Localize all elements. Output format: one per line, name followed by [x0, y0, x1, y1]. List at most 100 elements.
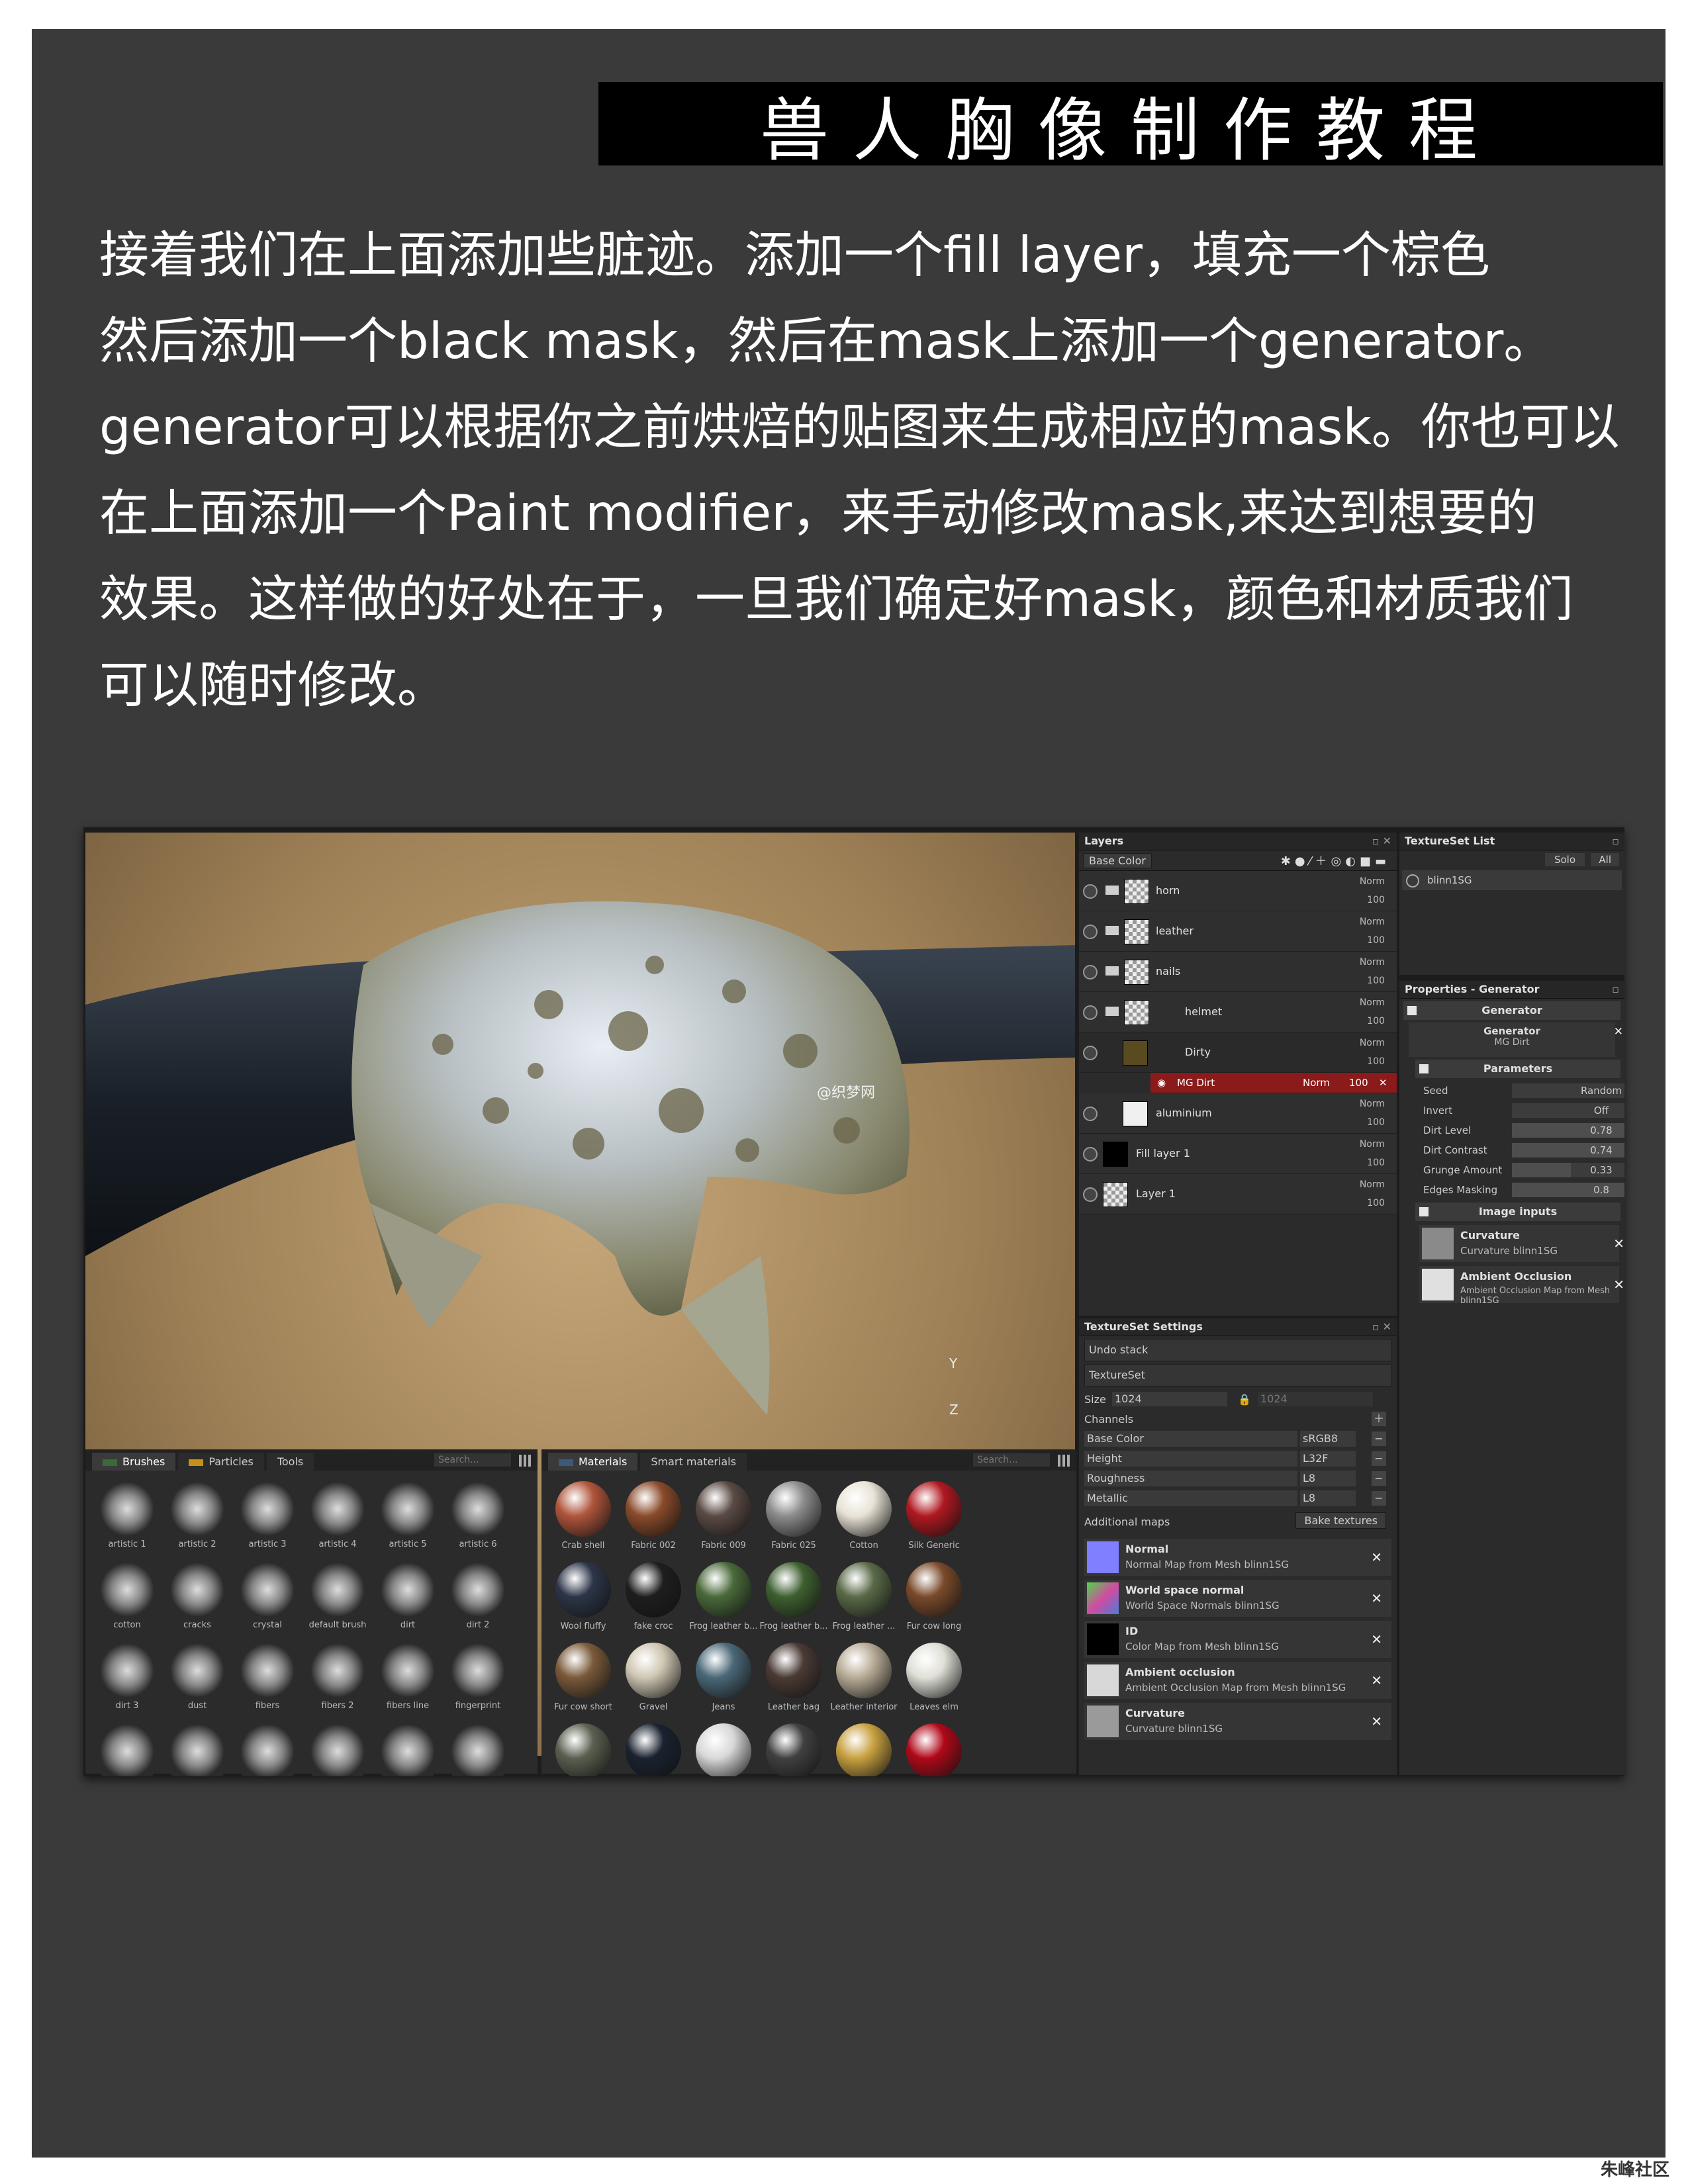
brush-preset[interactable]: dirt: [373, 1558, 443, 1639]
param-value-button[interactable]: Random: [1512, 1083, 1624, 1098]
close-icon[interactable]: ✕: [1371, 1713, 1382, 1729]
material-preset[interactable]: Fabric 009: [688, 1477, 759, 1558]
parameters-section[interactable]: Parameters: [1415, 1060, 1620, 1078]
layer-opacity[interactable]: 100: [1367, 976, 1385, 986]
param-slider[interactable]: 0.74: [1512, 1143, 1624, 1158]
map-slot-ambient-occlusion[interactable]: Ambient occlusion Ambient Occlusion Map f…: [1084, 1662, 1391, 1699]
brush-preset[interactable]: [443, 1719, 513, 1776]
material-preset[interactable]: [688, 1719, 759, 1776]
layer-row-helmet[interactable]: helmet Norm 100: [1079, 992, 1397, 1032]
blend-mode[interactable]: Norm: [1360, 1139, 1385, 1150]
visibility-icon[interactable]: [1083, 965, 1098, 979]
param-toggle[interactable]: Off: [1512, 1103, 1624, 1118]
generator-opacity[interactable]: 100: [1349, 1077, 1368, 1089]
material-preset[interactable]: Frog leather b...: [688, 1558, 759, 1639]
generator-section[interactable]: Generator: [1403, 1001, 1620, 1020]
material-preset[interactable]: [759, 1719, 829, 1776]
material-preset[interactable]: [548, 1719, 618, 1776]
tab-particles[interactable]: Particles: [178, 1453, 264, 1471]
blend-mode[interactable]: Norm: [1360, 917, 1385, 927]
size-dropdown[interactable]: 1024: [1112, 1392, 1227, 1406]
map-slot-normal[interactable]: Normal Normal Map from Mesh blinn1SG ✕: [1084, 1539, 1391, 1576]
grid-view-icon[interactable]: [519, 1455, 531, 1467]
material-preset[interactable]: Fabric 025: [759, 1477, 829, 1558]
material-preset[interactable]: Frog leather ...: [829, 1558, 899, 1639]
brush-preset[interactable]: cotton: [92, 1558, 162, 1639]
param-slider[interactable]: 0.78: [1512, 1123, 1624, 1138]
layer-opacity[interactable]: 100: [1367, 1016, 1385, 1026]
blend-mode[interactable]: Norm: [1360, 1038, 1385, 1048]
blend-mode[interactable]: Norm: [1360, 997, 1385, 1008]
map-slot-curvature[interactable]: Curvature Curvature blinn1SG ✕: [1084, 1703, 1391, 1740]
close-icon[interactable]: ✕: [1613, 1236, 1624, 1251]
close-icon[interactable]: ✕: [1379, 1077, 1387, 1089]
param-slider[interactable]: 0.33: [1512, 1163, 1624, 1177]
visibility-icon[interactable]: [1083, 1046, 1098, 1060]
brush-preset[interactable]: fingerprint: [443, 1639, 513, 1719]
material-preset[interactable]: Frog leather b...: [759, 1558, 829, 1639]
brush-preset[interactable]: artistic 4: [303, 1477, 373, 1558]
close-icon[interactable]: ✕: [1613, 1277, 1624, 1293]
search-input[interactable]: Search...: [973, 1453, 1050, 1467]
layer-row-dirty[interactable]: Dirty Norm 100: [1079, 1032, 1397, 1073]
channel-dropdown[interactable]: Base Color: [1083, 852, 1152, 868]
brush-preset[interactable]: artistic 5: [373, 1477, 443, 1558]
brush-preset[interactable]: fibers 2: [303, 1639, 373, 1719]
textureset-item[interactable]: blinn1SG: [1402, 870, 1622, 890]
layer-row-leather[interactable]: leather Norm 100: [1079, 911, 1397, 952]
textureset-button[interactable]: TextureSet: [1084, 1364, 1391, 1387]
brush-preset[interactable]: artistic 2: [162, 1477, 232, 1558]
channel-format-dropdown[interactable]: L8: [1300, 1471, 1356, 1486]
brush-preset[interactable]: [303, 1719, 373, 1776]
remove-channel-button[interactable]: −: [1372, 1432, 1386, 1446]
brush-preset[interactable]: cracks: [162, 1558, 232, 1639]
tab-smart-materials[interactable]: Smart materials: [640, 1453, 747, 1471]
remove-channel-button[interactable]: −: [1372, 1491, 1386, 1506]
material-preset[interactable]: Fabric 002: [618, 1477, 688, 1558]
blend-mode[interactable]: Norm: [1360, 876, 1385, 887]
panel-controls-icon[interactable]: ▫ ✕: [1372, 1318, 1391, 1336]
material-preset[interactable]: Crab shell: [548, 1477, 618, 1558]
layer-row-horn[interactable]: horn Norm 100: [1079, 871, 1397, 911]
visibility-icon[interactable]: [1083, 1187, 1098, 1202]
channel-format-dropdown[interactable]: sRGB8: [1300, 1431, 1356, 1447]
material-preset[interactable]: [899, 1719, 969, 1776]
material-preset[interactable]: Fur cow long: [899, 1558, 969, 1639]
section-checkbox[interactable]: [1407, 1006, 1417, 1015]
layer-opacity[interactable]: 100: [1367, 935, 1385, 946]
brush-preset[interactable]: artistic 6: [443, 1477, 513, 1558]
close-icon[interactable]: ✕: [1371, 1672, 1382, 1688]
lock-icon[interactable]: 🔒: [1238, 1393, 1251, 1406]
tab-tools[interactable]: Tools: [266, 1453, 314, 1471]
layer-opacity[interactable]: 100: [1367, 1158, 1385, 1168]
material-preset[interactable]: fake croc: [618, 1558, 688, 1639]
generator-row-mg-dirt[interactable]: ◉ MG Dirt Norm 100 ✕: [1150, 1073, 1397, 1093]
param-slider[interactable]: 0.8: [1512, 1183, 1624, 1197]
tab-materials[interactable]: Materials: [548, 1453, 638, 1471]
image-inputs-section[interactable]: Image inputs: [1415, 1203, 1620, 1221]
close-icon[interactable]: ✕: [1614, 1025, 1623, 1038]
search-input[interactable]: Search...: [434, 1453, 511, 1467]
close-icon[interactable]: ✕: [1371, 1590, 1382, 1606]
section-checkbox[interactable]: [1419, 1207, 1429, 1216]
layer-opacity[interactable]: 100: [1367, 895, 1385, 905]
brush-preset[interactable]: [162, 1719, 232, 1776]
panel-controls-icon[interactable]: ▫: [1612, 833, 1619, 850]
visibility-icon[interactable]: [1083, 884, 1098, 899]
blend-mode[interactable]: Norm: [1303, 1077, 1330, 1089]
undo-stack-button[interactable]: Undo stack: [1084, 1339, 1391, 1361]
add-channel-button[interactable]: ＋: [1372, 1412, 1386, 1426]
material-preset[interactable]: [618, 1719, 688, 1776]
layer-row-fill-layer-1[interactable]: Fill layer 1 Norm 100: [1079, 1134, 1397, 1174]
layer-row-layer-1[interactable]: Layer 1 Norm 100: [1079, 1174, 1397, 1214]
material-preset[interactable]: Leather interior: [829, 1639, 899, 1719]
bake-textures-button[interactable]: Bake textures: [1295, 1512, 1386, 1529]
brush-preset[interactable]: fibers line: [373, 1639, 443, 1719]
section-checkbox[interactable]: [1419, 1064, 1429, 1073]
blend-mode[interactable]: Norm: [1360, 957, 1385, 968]
map-slot-world-space-normal[interactable]: World space normal World Space Normals bl…: [1084, 1580, 1391, 1617]
layer-row-nails[interactable]: nails Norm 100: [1079, 952, 1397, 992]
material-preset[interactable]: [829, 1719, 899, 1776]
brush-preset[interactable]: dirt 2: [443, 1558, 513, 1639]
input-slot-ambient-occlusion[interactable]: Ambient Occlusion Ambient Occlusion Map f…: [1419, 1266, 1624, 1306]
